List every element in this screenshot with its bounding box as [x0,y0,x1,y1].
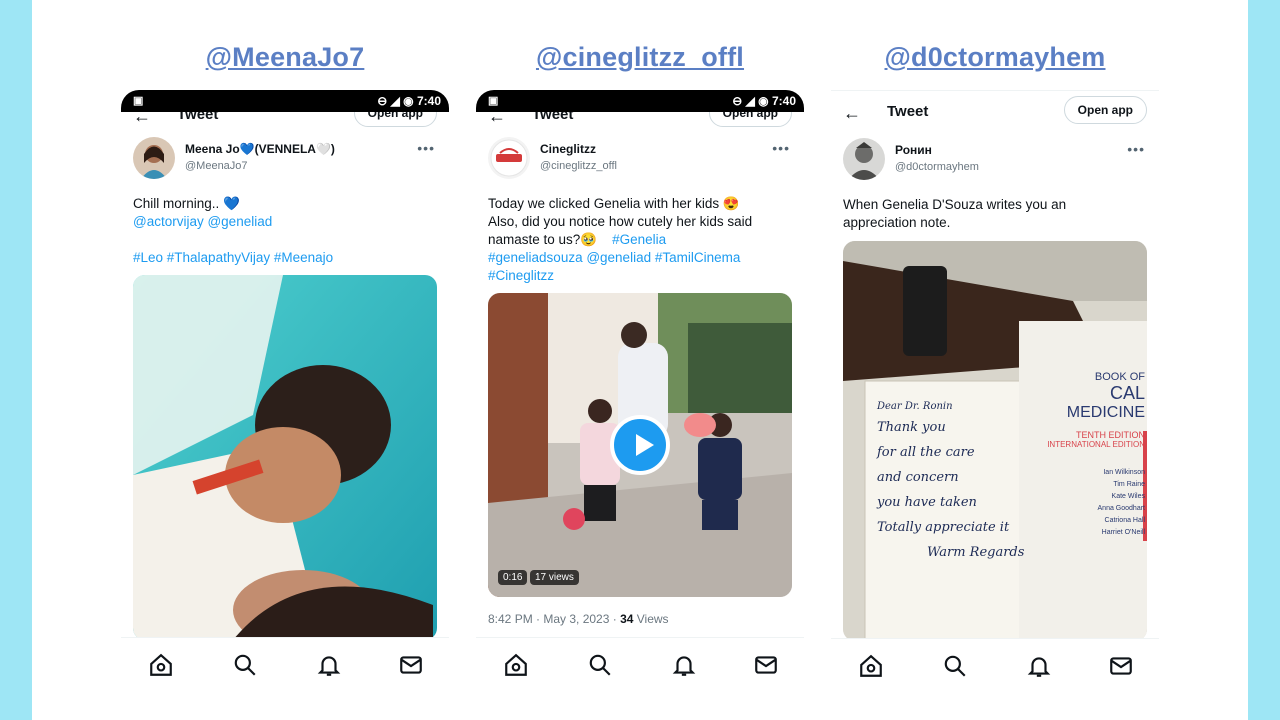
display-name[interactable]: Ронин [895,143,932,157]
mentions-link[interactable]: @actorvijay @geneliad [133,213,438,231]
bottom-nav [476,637,804,700]
more-options-icon[interactable]: ••• [1127,141,1145,157]
status-bar: ▣ ⊖ ◢ ◉ 7:40 [121,90,449,112]
home-icon[interactable] [858,653,884,679]
book-author: Harriet O'Neill [1101,529,1145,536]
status-time: 7:40 [771,94,796,108]
tweet-line: When Genelia D'Souza writes you an [843,197,1067,212]
book-line: MEDICINE [1066,404,1145,421]
book-line: TENTH EDITION [1076,430,1145,440]
handle-link[interactable]: @cineglitzz_offl [470,42,810,73]
home-icon[interactable] [503,652,529,678]
notifications-icon[interactable] [316,652,342,678]
hashtag-link[interactable]: #Genelia [612,232,666,247]
tweet-text: Today we clicked Genelia with her kids 😍… [488,195,793,285]
tweet-line: Also, did you notice how cutely her kids… [488,214,753,229]
views-label: Views [633,612,669,626]
book-line: INTERNATIONAL EDITION [1047,440,1145,449]
messages-icon[interactable] [1108,653,1134,679]
book-authors: Ian Wilkinson Tim Raine Kate Wiles Anna … [1027,467,1145,539]
avatar[interactable] [133,137,175,179]
notification-icon: ▣ [133,95,144,107]
book-line: CAL [1109,383,1145,403]
note-line: Totally appreciate it [877,520,1010,535]
column-meenajo: @MeenaJo7 ← Tweet Open app ▣ ⊖ ◢ ◉ 7:40 … [115,0,455,720]
messages-icon[interactable] [753,652,779,678]
tweet-line: Chill morning.. 💙 [133,196,240,211]
status-icons: ⊖ ◢ ◉ 7:40 [377,94,441,108]
avatar[interactable] [488,137,530,179]
notifications-icon[interactable] [1026,653,1052,679]
tweet-timestamp[interactable]: 8:42 PM · May 3, 2023 · [488,612,620,626]
note-line: Dear Dr. Ronin [877,401,953,412]
bottom-nav [831,638,1159,701]
note-line: Warm Regards [927,545,1025,560]
more-options-icon[interactable]: ••• [417,140,435,156]
tweet-video[interactable]: 0:16 17 views [488,293,792,597]
search-icon[interactable] [587,652,613,678]
note-line: you have taken [877,495,977,510]
notifications-icon[interactable] [671,652,697,678]
note-line: Thank you [877,420,946,435]
avatar[interactable] [843,138,885,180]
username[interactable]: @cineglitzz_offl [540,160,617,172]
book-author: Kate Wiles [1111,493,1145,500]
messages-icon[interactable] [398,652,424,678]
phone-screen: ← Tweet Open app ▣ ⊖ ◢ ◉ 7:40 Cineglitzz… [476,90,804,700]
search-icon[interactable] [942,653,968,679]
topbar: ← Tweet Open app [831,95,1159,129]
hashtags-link[interactable]: #geneliadsouza @geneliad #TamilCinema [488,249,793,267]
display-name[interactable]: Cineglitzz [540,142,596,156]
book-author: Tim Raine [1113,481,1145,488]
status-bar: ▣ ⊖ ◢ ◉ 7:40 [476,90,804,112]
handle-link[interactable]: @MeenaJo7 [115,42,455,73]
book-author: Catriona Hall [1104,517,1145,524]
bottom-nav [121,637,449,700]
username[interactable]: @d0ctormayhem [895,161,979,173]
video-views: 17 views [530,570,579,585]
handle-link[interactable]: @d0ctormayhem [825,42,1165,73]
tweet-text: When Genelia D'Souza writes you an appre… [843,196,1148,232]
more-options-icon[interactable]: ••• [772,140,790,156]
username[interactable]: @MeenaJo7 [185,160,248,172]
play-button[interactable] [610,415,670,475]
tweet-text: Chill morning.. 💙 @actorvijay @geneliad … [133,195,438,267]
column-d0ctormayhem: @d0ctormayhem ← Tweet Open app Ронин @d0… [825,0,1165,720]
display-name[interactable]: Meena Jo💙(VENNELA🤍) [185,142,335,156]
book-cover-text: BOOK OF CAL MEDICINE TENTH EDITION INTER… [1027,371,1145,539]
home-icon[interactable] [148,652,174,678]
tweet-line-text: namaste to us?🥹 [488,232,598,247]
note-line: and concern [877,470,959,485]
topbar-title: Tweet [887,103,929,120]
tweet-meta: 8:42 PM · May 3, 2023 · 34 Views [488,612,669,626]
back-arrow-icon[interactable]: ← [843,103,861,124]
view-count: 34 [620,612,634,626]
tweet-line: appreciation note. [843,215,951,230]
phone-screen: ← Tweet Open app ▣ ⊖ ◢ ◉ 7:40 Meena Jo💙(… [121,90,449,700]
book-author: Ian Wilkinson [1103,469,1145,476]
notification-icon: ▣ [488,95,499,107]
tweet-line: Today we clicked Genelia with her kids 😍 [488,196,740,211]
note-line: for all the care [877,445,975,460]
canvas: @MeenaJo7 ← Tweet Open app ▣ ⊖ ◢ ◉ 7:40 … [32,0,1248,720]
status-icons: ⊖ ◢ ◉ 7:40 [732,94,796,108]
search-icon[interactable] [232,652,258,678]
book-author: Anna Goodhart [1097,505,1145,512]
tweet-line: namaste to us?🥹 #Genelia [488,231,793,249]
hashtags-link[interactable]: #Cineglitzz [488,267,793,285]
phone-screen: ← Tweet Open app Ронин @d0ctormayhem •••… [831,90,1159,701]
book-line: BOOK OF [1094,371,1145,383]
handwritten-note: Dear Dr. Ronin Thank you for all the car… [877,399,1025,565]
open-app-button[interactable]: Open app [1063,96,1147,124]
hashtags-link[interactable]: #Leo #ThalapathyVijay #Meenajo [133,249,438,267]
status-time: 7:40 [416,94,441,108]
tweet-photo[interactable]: Dear Dr. Ronin Thank you for all the car… [843,241,1147,641]
column-cineglitzz: @cineglitzz_offl ← Tweet Open app ▣ ⊖ ◢ … [470,0,810,720]
video-duration: 0:16 [498,570,528,585]
tweet-photo[interactable] [133,275,437,640]
